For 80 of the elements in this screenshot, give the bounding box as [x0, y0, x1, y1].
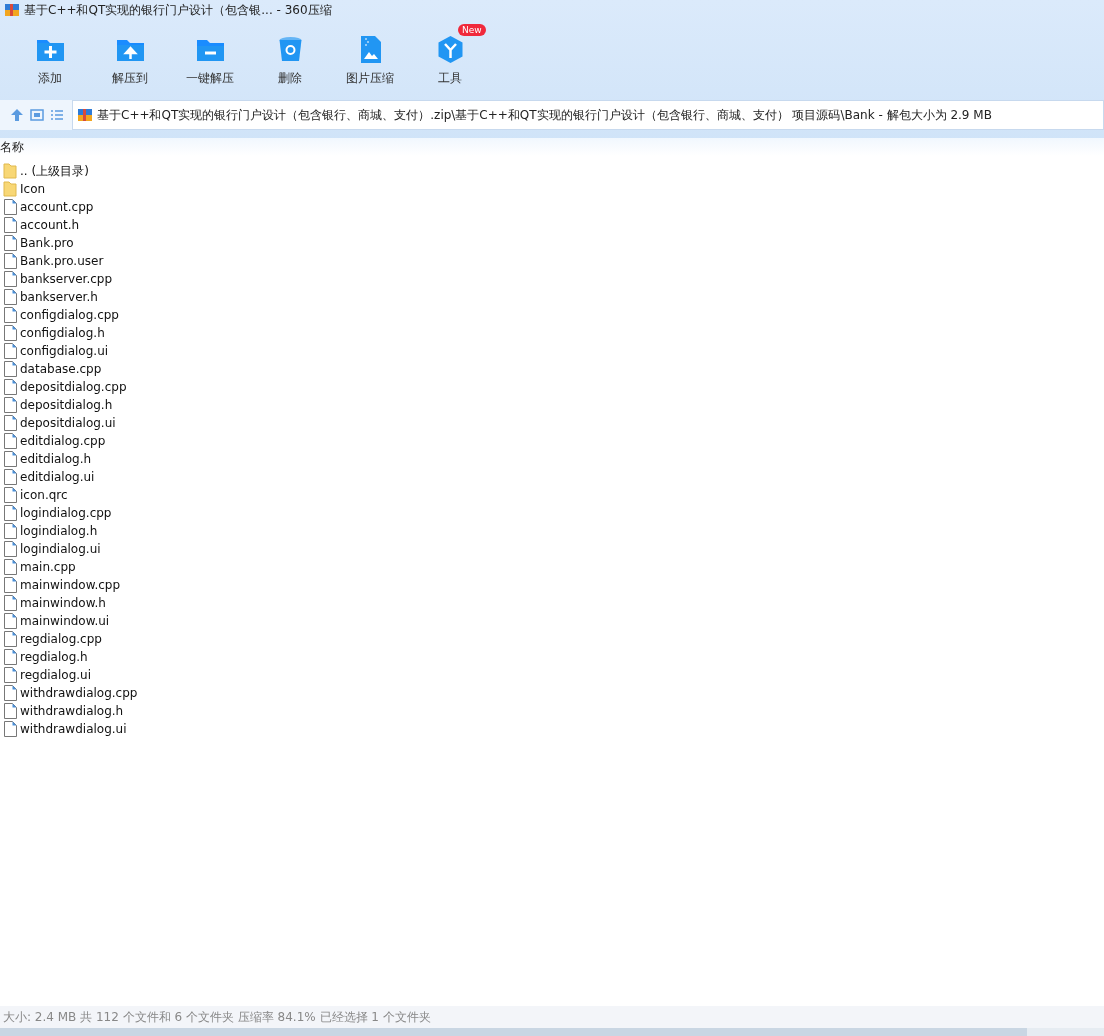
- horizontal-scrollbar[interactable]: [0, 1028, 1104, 1036]
- file-name[interactable]: depositdialog.cpp: [20, 380, 127, 394]
- file-icon: [3, 343, 17, 359]
- file-name[interactable]: configdialog.cpp: [20, 308, 119, 322]
- folder-icon: [3, 163, 17, 179]
- file-icon: [3, 307, 17, 323]
- list-view-icon[interactable]: [50, 109, 64, 121]
- file-name[interactable]: configdialog.ui: [20, 344, 109, 358]
- file-icon: [3, 325, 17, 341]
- file-icon: [3, 721, 17, 737]
- file-icon: [3, 253, 17, 269]
- file-icon: [3, 361, 17, 377]
- file-icon: [3, 667, 17, 683]
- thumbnail-view-icon[interactable]: [30, 109, 44, 121]
- file-icon: [3, 577, 17, 593]
- file-icon: [3, 685, 17, 701]
- file-icon: [3, 613, 17, 629]
- status-text: 大小: 2.4 MB 共 112 个文件和 6 个文件夹 压缩率 84.1% 已经选择 1 个文件夹: [3, 1008, 431, 1026]
- app-icon: [4, 2, 20, 18]
- column-header[interactable]: 名称: [0, 138, 24, 156]
- file-name[interactable]: bankserver.h: [20, 290, 98, 304]
- file-name[interactable]: Icon: [20, 182, 46, 196]
- file-name[interactable]: mainwindow.cpp: [20, 578, 121, 592]
- file-icon: [3, 415, 17, 431]
- new-badge: New: [458, 24, 486, 36]
- file-name[interactable]: .. (上级目录): [20, 162, 89, 180]
- extract-to-button[interactable]: 解压到: [90, 28, 170, 96]
- file-name[interactable]: Bank.pro.user: [20, 254, 104, 268]
- one-click-button[interactable]: 一键解压: [170, 28, 250, 96]
- file-icon: [3, 289, 17, 305]
- file-icon: [3, 379, 17, 395]
- file-name[interactable]: logindialog.ui: [20, 542, 101, 556]
- file-icon: [3, 469, 17, 485]
- file-name[interactable]: regdialog.h: [20, 650, 88, 664]
- file-name[interactable]: configdialog.h: [20, 326, 105, 340]
- file-icon: [3, 523, 17, 539]
- file-name[interactable]: withdrawdialog.h: [20, 704, 124, 718]
- file-name[interactable]: logindialog.cpp: [20, 506, 112, 520]
- file-name[interactable]: icon.qrc: [20, 488, 68, 502]
- file-name[interactable]: main.cpp: [20, 560, 76, 574]
- file-name[interactable]: logindialog.h: [20, 524, 98, 538]
- file-name[interactable]: regdialog.ui: [20, 668, 92, 682]
- file-name[interactable]: account.cpp: [20, 200, 94, 214]
- file-icon: [3, 487, 17, 503]
- delete-button[interactable]: 删除: [250, 28, 330, 96]
- file-icon: [3, 235, 17, 251]
- file-name[interactable]: mainwindow.ui: [20, 614, 110, 628]
- file-name[interactable]: Bank.pro: [20, 236, 74, 250]
- file-icon: [3, 433, 17, 449]
- file-name[interactable]: regdialog.cpp: [20, 632, 102, 646]
- file-icon: [3, 631, 17, 647]
- image-button[interactable]: 图片压缩: [330, 28, 410, 96]
- archive-icon: [77, 107, 93, 123]
- up-arrow-icon[interactable]: [10, 108, 24, 122]
- file-name[interactable]: editdialog.h: [20, 452, 92, 466]
- file-icon: [3, 505, 17, 521]
- window-title: 基于C++和QT实现的银行门户设计（包含银... - 360压缩: [24, 1, 332, 19]
- file-name[interactable]: mainwindow.h: [20, 596, 106, 610]
- file-name[interactable]: depositdialog.ui: [20, 416, 116, 430]
- file-name[interactable]: depositdialog.h: [20, 398, 113, 412]
- file-name[interactable]: editdialog.ui: [20, 470, 95, 484]
- file-icon: [3, 595, 17, 611]
- folder-icon: [3, 181, 17, 197]
- file-name[interactable]: editdialog.cpp: [20, 434, 106, 448]
- file-name[interactable]: withdrawdialog.ui: [20, 722, 127, 736]
- file-icon: [3, 559, 17, 575]
- file-name[interactable]: account.h: [20, 218, 80, 232]
- file-name[interactable]: withdrawdialog.cpp: [20, 686, 138, 700]
- file-name[interactable]: database.cpp: [20, 362, 102, 376]
- add-button[interactable]: 添加: [10, 28, 90, 96]
- file-icon: [3, 541, 17, 557]
- file-name[interactable]: bankserver.cpp: [20, 272, 113, 286]
- file-icon: [3, 397, 17, 413]
- file-icon: [3, 271, 17, 287]
- file-icon: [3, 649, 17, 665]
- address-field[interactable]: 基于C++和QT实现的银行门户设计（包含银行、商城、支付）.zip\基于C++和QT实现的银行门户设计（包含银行、商城、支付） 项目源码\Bank - 解包大小为 2.9 MB: [72, 100, 1104, 130]
- file-icon: [3, 199, 17, 215]
- file-icon: [3, 451, 17, 467]
- file-icon: [3, 703, 17, 719]
- file-icon: [3, 217, 17, 233]
